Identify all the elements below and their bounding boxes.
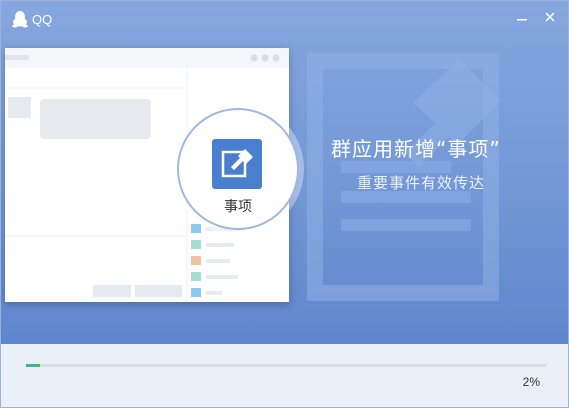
background-note-icon <box>307 53 501 301</box>
update-window: QQ 事项 群应用新增“事项” 重要事件有效传达 2% <box>0 0 569 408</box>
feature-headline: 群应用新增“事项” <box>331 137 501 161</box>
window-title: QQ <box>32 12 53 27</box>
progress-bar <box>26 364 546 367</box>
close-button[interactable] <box>539 9 561 29</box>
title-bar: QQ <box>1 1 568 37</box>
feature-badge: 事项 <box>177 108 299 230</box>
feature-banner: QQ 事项 群应用新增“事项” 重要事件有效传达 <box>1 1 568 344</box>
pin-note-icon <box>212 139 262 189</box>
feature-subline: 重要事件有效传达 <box>357 174 486 192</box>
progress-bar-fill <box>26 364 40 367</box>
badge-label: 事项 <box>224 199 252 215</box>
close-icon <box>545 12 555 22</box>
minimize-icon <box>517 19 527 21</box>
qq-penguin-icon <box>12 11 28 28</box>
minimize-button[interactable] <box>511 9 533 29</box>
progress-percent: 2% <box>522 375 540 389</box>
